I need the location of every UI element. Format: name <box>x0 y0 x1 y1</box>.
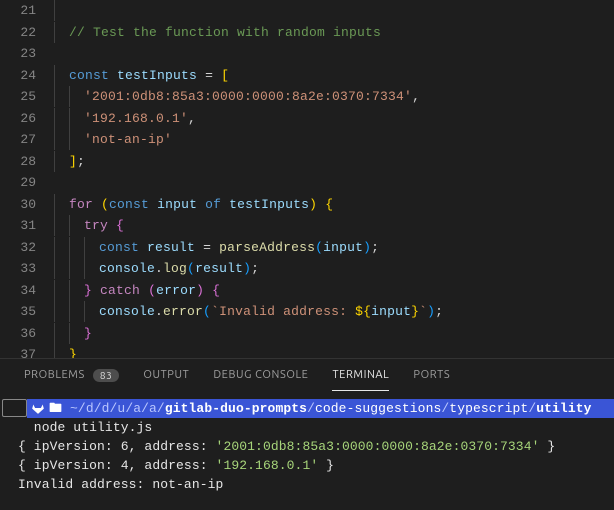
line-number: 22 <box>0 25 54 40</box>
terminal-output-line: { ipVersion: 4, address: '192.168.0.1' } <box>0 456 614 475</box>
terminal-output-line: Invalid address: not-an-ip <box>0 475 614 494</box>
code-content: for (const input of testInputs) { <box>54 194 614 215</box>
code-content: // Test the function with random inputs <box>54 22 614 43</box>
tab-output[interactable]: OUTPUT <box>143 361 189 390</box>
code-content: } <box>54 323 614 344</box>
tab-problems[interactable]: PROBLEMS 83 <box>24 361 119 391</box>
line-number: 29 <box>0 175 54 190</box>
prompt-path: 🖿 ~/d/d/u/a/a/gitlab-duo-prompts/code-su… <box>27 399 614 418</box>
code-line[interactable]: 21 <box>0 0 614 22</box>
line-number: 34 <box>0 283 54 298</box>
line-number: 31 <box>0 218 54 233</box>
code-line[interactable]: 34} catch (error) { <box>0 280 614 302</box>
tab-debug-console[interactable]: DEBUG CONSOLE <box>213 361 308 390</box>
prompt-caret-box <box>2 399 27 417</box>
code-line[interactable]: 36} <box>0 323 614 345</box>
tab-terminal[interactable]: TERMINAL <box>332 361 389 391</box>
line-number: 35 <box>0 304 54 319</box>
line-number: 33 <box>0 261 54 276</box>
line-number: 30 <box>0 197 54 212</box>
tab-ports[interactable]: PORTS <box>413 361 450 390</box>
line-number: 23 <box>0 46 54 61</box>
code-line[interactable]: 24const testInputs = [ <box>0 65 614 87</box>
code-line[interactable]: 31try { <box>0 215 614 237</box>
code-content: 'not-an-ip' <box>54 129 614 150</box>
code-line[interactable]: 25'2001:0db8:85a3:0000:0000:8a2e:0370:73… <box>0 86 614 108</box>
code-line[interactable]: 37} <box>0 344 614 358</box>
line-number: 37 <box>0 347 54 358</box>
code-line[interactable]: 22// Test the function with random input… <box>0 22 614 44</box>
code-editor[interactable]: 21 22// Test the function with random inp… <box>0 0 614 358</box>
panel-tabs: PROBLEMS 83 OUTPUT DEBUG CONSOLE TERMINA… <box>0 358 614 392</box>
code-line[interactable]: 23 <box>0 43 614 65</box>
terminal-command: node utility.js <box>0 418 614 437</box>
code-content: '2001:0db8:85a3:0000:0000:8a2e:0370:7334… <box>54 86 614 107</box>
line-number: 25 <box>0 89 54 104</box>
code-line[interactable]: 35console.error(`Invalid address: ${inpu… <box>0 301 614 323</box>
code-line[interactable]: 28]; <box>0 151 614 173</box>
tab-problems-label: PROBLEMS <box>24 369 85 381</box>
code-content: try { <box>54 215 614 236</box>
code-content: console.error(`Invalid address: ${input}… <box>54 301 614 322</box>
gitlab-icon <box>27 401 49 415</box>
code-line[interactable]: 27'not-an-ip' <box>0 129 614 151</box>
terminal-prompt: 🖿 ~/d/d/u/a/a/gitlab-duo-prompts/code-su… <box>0 398 614 418</box>
code-content: ]; <box>54 151 614 172</box>
prompt-dir: utility <box>536 399 591 418</box>
code-line[interactable]: 29 <box>0 172 614 194</box>
code-content: '192.168.0.1', <box>54 108 614 129</box>
code-content: const result = parseAddress(input); <box>54 237 614 258</box>
line-number: 27 <box>0 132 54 147</box>
prompt-path-dim: ~/d/d/u/a/a/ <box>62 399 165 418</box>
line-number: 36 <box>0 326 54 341</box>
prompt-repo: gitlab-duo-prompts <box>165 399 307 418</box>
terminal-output-line: { ipVersion: 6, address: '2001:0db8:85a3… <box>0 437 614 456</box>
code-content: } <box>54 344 614 358</box>
line-number: 24 <box>0 68 54 83</box>
code-content <box>54 0 614 21</box>
code-line[interactable]: 30for (const input of testInputs) { <box>0 194 614 216</box>
code-line[interactable]: 33console.log(result); <box>0 258 614 280</box>
code-line[interactable]: 32const result = parseAddress(input); <box>0 237 614 259</box>
line-number: 21 <box>0 3 54 18</box>
code-content: console.log(result); <box>54 258 614 279</box>
code-content: const testInputs = [ <box>54 65 614 86</box>
code-content: } catch (error) { <box>54 280 614 301</box>
folder-icon: 🖿 <box>49 399 62 418</box>
line-number: 28 <box>0 154 54 169</box>
line-number: 32 <box>0 240 54 255</box>
problems-count-badge: 83 <box>93 369 119 382</box>
code-line[interactable]: 26'192.168.0.1', <box>0 108 614 130</box>
line-number: 26 <box>0 111 54 126</box>
terminal-panel[interactable]: 🖿 ~/d/d/u/a/a/gitlab-duo-prompts/code-su… <box>0 392 614 494</box>
